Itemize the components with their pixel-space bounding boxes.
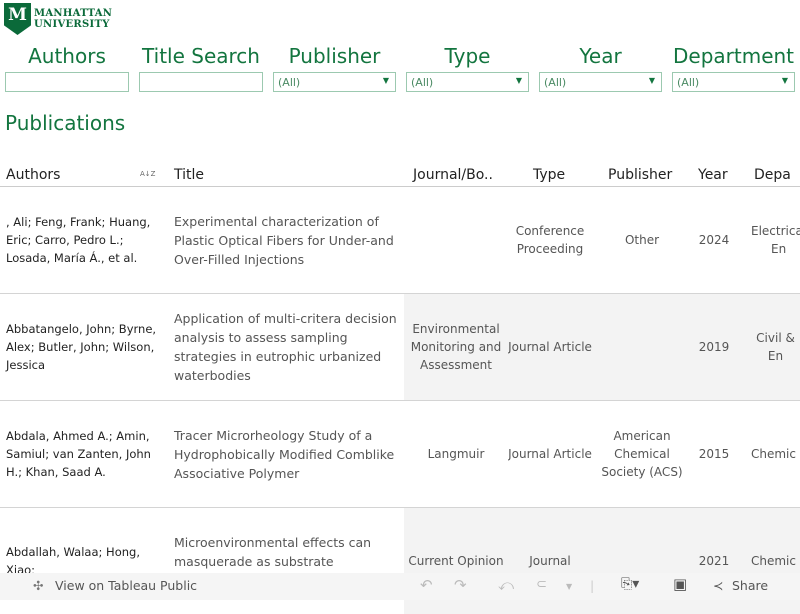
filter-label: Authors [28, 44, 106, 68]
filter-label: Type [444, 44, 491, 68]
filter-publisher: Publisher (All) ▼ [273, 44, 396, 92]
share-icon[interactable]: ≺ [713, 578, 723, 593]
column-header-department[interactable]: Depa [754, 167, 791, 183]
cell-authors: Abdala, Ahmed A.; Amin, Samiul; van Zant… [6, 429, 151, 479]
column-header-type[interactable]: Type [533, 167, 565, 183]
table-row[interactable]: Abdala, Ahmed A.; Amin, Samiul; van Zant… [0, 401, 800, 508]
undo-icon[interactable]: ↶ [420, 576, 433, 594]
type-dropdown[interactable]: (All) ▼ [406, 72, 529, 92]
column-header-authors[interactable]: Authors [6, 167, 60, 183]
redo-icon[interactable]: ↷ [454, 576, 467, 594]
cell-type: Journal Article [508, 447, 592, 461]
cell-publisher: Other [624, 233, 660, 247]
department-dropdown[interactable]: (All) ▼ [672, 72, 795, 92]
cell-journal [404, 187, 508, 293]
dropdown-value: (All) [677, 76, 700, 89]
cell-dept: Civil & En [756, 331, 795, 363]
dropdown-value: (All) [278, 76, 301, 89]
pause-dropdown-icon[interactable]: ▼ [566, 582, 572, 591]
share-button[interactable]: Share [732, 578, 768, 593]
cell-authors: Abbatangelo, John; Byrne, Alex; Butler, … [6, 322, 157, 372]
revert-icon[interactable]: ⤺ [498, 576, 514, 594]
table-row[interactable]: Abbatangelo, John; Byrne, Alex; Butler, … [0, 294, 800, 401]
chevron-down-icon: ▼ [648, 76, 655, 85]
shield-logo-icon: M [4, 3, 31, 35]
cell-year: 2024 [698, 233, 730, 247]
tableau-logo-icon: ✣ [33, 578, 44, 593]
filter-title-search: Title Search [139, 44, 263, 92]
cell-year: 2015 [698, 447, 730, 461]
filter-label: Title Search [142, 44, 260, 68]
dropdown-value: (All) [411, 76, 434, 89]
filter-authors: Authors [5, 44, 129, 92]
cell-title: Tracer Microrheology Study of a Hydropho… [174, 427, 395, 481]
table-header: Authors A↓Z Title Journal/Bo.. Type Publ… [0, 166, 800, 187]
fullscreen-icon[interactable]: ▣ [673, 575, 687, 593]
filter-department: Department (All) ▼ [672, 44, 795, 92]
column-header-publisher[interactable]: Publisher [608, 167, 672, 183]
filter-year: Year (All) ▼ [539, 44, 662, 92]
chevron-down-icon: ▼ [515, 76, 522, 85]
filter-label: Department [672, 44, 795, 68]
table-row[interactable]: , Ali; Feng, Frank; Huang, Eric; Carro, … [0, 187, 800, 294]
cell-title: Application of multi-critera decision an… [174, 311, 397, 383]
cell-type: Journal Article [508, 340, 592, 354]
column-header-journal[interactable]: Journal/Bo.. [413, 167, 493, 183]
dropdown-value: (All) [544, 76, 567, 89]
refresh-icon[interactable]: ⊂ [536, 577, 547, 592]
cell-journal: Environmental Monitoring and Assessment [410, 322, 502, 372]
download-icon[interactable]: ⎘▾ [621, 576, 639, 592]
publisher-dropdown[interactable]: (All) ▼ [273, 72, 396, 92]
logo-line1: MANHATTAN [34, 8, 113, 19]
cell-title: Experimental characterization of Plastic… [174, 213, 394, 267]
page-title: Publications [5, 111, 126, 135]
cell-journal: Langmuir [427, 447, 485, 461]
column-header-year[interactable]: Year [698, 167, 728, 183]
chevron-down-icon: ▼ [382, 76, 389, 85]
cell-dept: Electrical En [751, 224, 800, 256]
filter-label: Year [579, 44, 622, 68]
logo-line2: UNIVERSITY [34, 19, 110, 30]
cell-authors: , Ali; Feng, Frank; Huang, Eric; Carro, … [6, 215, 151, 265]
view-on-tableau-link[interactable]: View on Tableau Public [55, 578, 197, 593]
tableau-toolbar: ✣ View on Tableau Public ↶ ↷ ⤺ ⊂ ▼ | ⎘▾ … [0, 573, 800, 600]
cell-year: 2019 [698, 340, 730, 354]
filter-label: Publisher [288, 44, 381, 68]
cell-publisher [592, 294, 692, 400]
column-header-title[interactable]: Title [174, 167, 204, 183]
authors-input[interactable] [5, 72, 129, 92]
chevron-down-icon: ▼ [781, 76, 788, 85]
toolbar-divider: | [590, 578, 595, 593]
filter-type: Type (All) ▼ [406, 44, 529, 92]
title-search-input[interactable] [139, 72, 263, 92]
university-logo: M MANHATTAN UNIVERSITY [4, 3, 112, 35]
cell-dept: Chemic [751, 447, 796, 461]
cell-type: Conference Proceeding [515, 224, 585, 256]
sort-icon[interactable]: A↓Z [140, 171, 155, 178]
year-dropdown[interactable]: (All) ▼ [539, 72, 662, 92]
cell-publisher: American Chemical Society (ACS) [601, 429, 683, 479]
